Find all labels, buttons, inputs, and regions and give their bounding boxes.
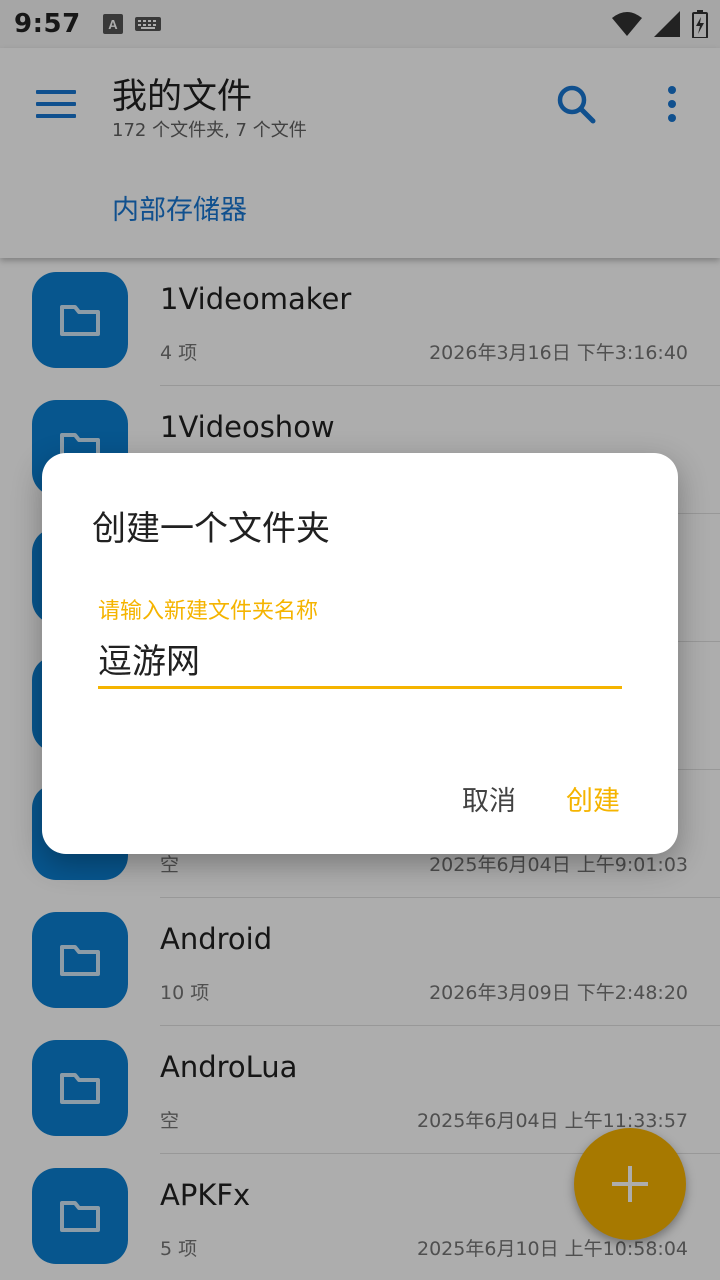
folder-name-input[interactable] [98, 631, 622, 689]
dialog-title: 创建一个文件夹 [92, 509, 330, 549]
folder-name-label: 请输入新建文件夹名称 [98, 599, 319, 624]
create-button[interactable]: 创建 [566, 779, 620, 818]
create-folder-dialog: 创建一个文件夹 请输入新建文件夹名称 取消 创建 [42, 453, 678, 854]
cancel-button[interactable]: 取消 [462, 779, 516, 818]
